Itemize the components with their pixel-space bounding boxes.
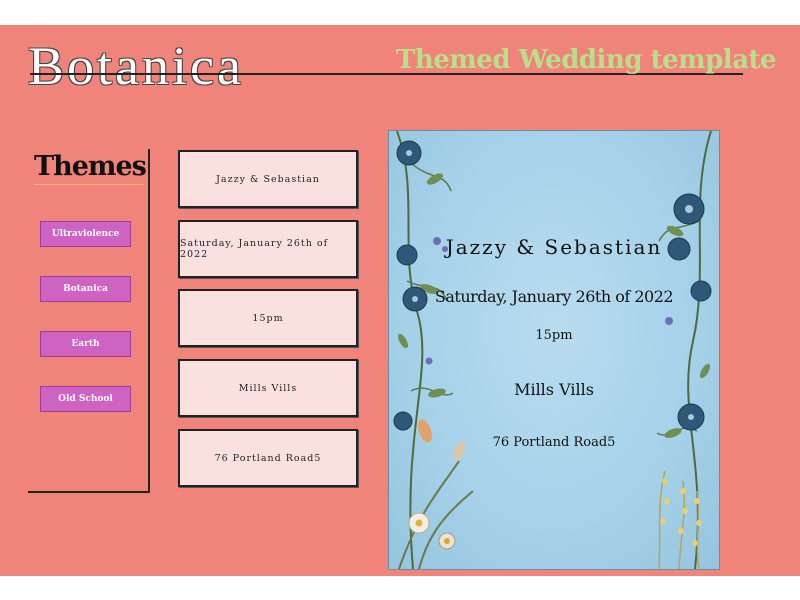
names-input[interactable]: Jazzy & Sebastian <box>178 150 358 208</box>
page-subtitle: Themed Wedding template <box>396 45 777 75</box>
theme-button-old-school[interactable]: Old School <box>40 386 131 412</box>
time-input[interactable]: 15pm <box>178 289 358 347</box>
preview-names: Jazzy & Sebastian <box>445 235 663 259</box>
venue-input[interactable]: Mills Vills <box>178 359 358 417</box>
invitation-preview-card: Jazzy & Sebastian Saturday, January 26th… <box>388 130 720 570</box>
themes-title: Themes <box>34 151 147 185</box>
preview-time: 15pm <box>535 328 573 343</box>
preview-venue: Mills Vills <box>514 380 594 399</box>
floral-border-illustration <box>393 131 712 569</box>
app-page: Botanica Themed Wedding template Themes … <box>0 25 800 576</box>
theme-button-earth[interactable]: Earth <box>40 331 131 357</box>
preview-date: Saturday, January 26th of 2022 <box>434 287 674 306</box>
themes-panel: Themes Ultraviolence Botanica Earth Old … <box>28 149 150 493</box>
address-input[interactable]: 76 Portland Road5 <box>178 429 358 487</box>
theme-button-botanica[interactable]: Botanica <box>40 276 131 302</box>
date-input[interactable]: Saturday, January 26th of 2022 <box>178 220 358 278</box>
brand-logo-text: Botanica <box>28 36 244 96</box>
theme-button-ultraviolence[interactable]: Ultraviolence <box>40 221 131 247</box>
preview-address: 76 Portland Road5 <box>492 435 616 450</box>
